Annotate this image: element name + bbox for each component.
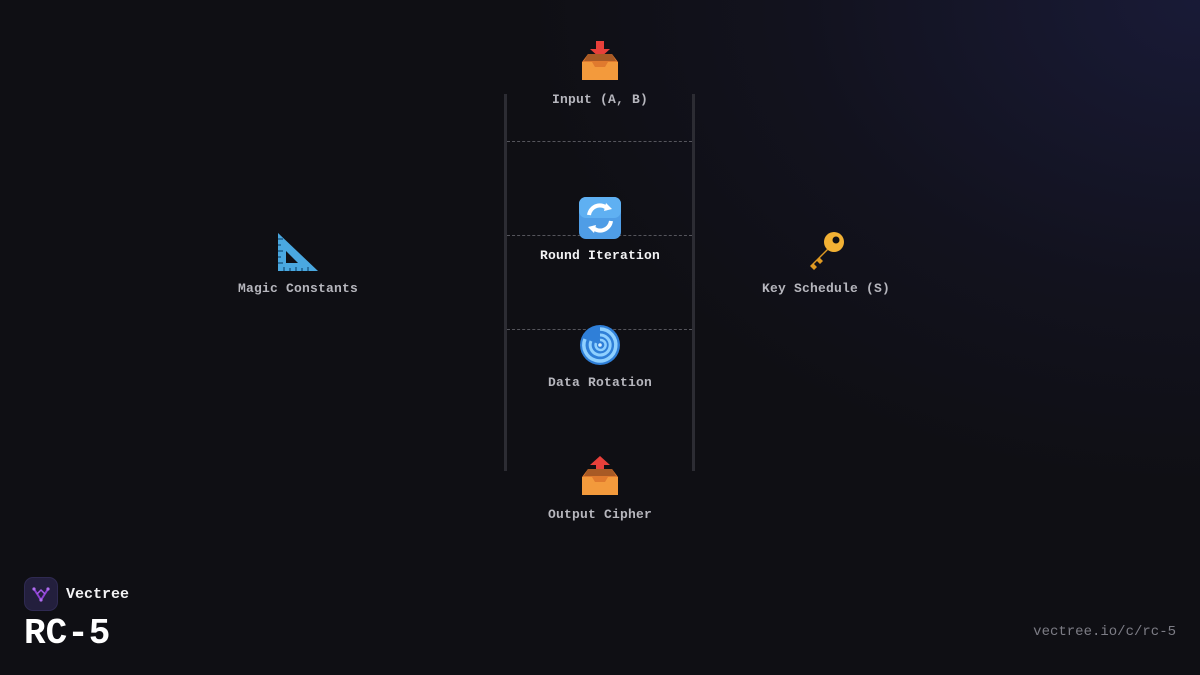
node-label: Key Schedule (S) [761,281,891,296]
brand-name: Vectree [66,585,130,603]
pipeline-rail-right [692,94,695,471]
outbox-icon [576,453,624,501]
node-round-iteration[interactable]: Round Iteration [480,194,720,263]
triangle-ruler-icon [274,227,322,275]
node-input[interactable]: Input (A, B) [480,38,720,107]
node-label: Data Rotation [547,375,653,390]
node-magic-constants[interactable]: Magic Constants [178,227,418,296]
node-label: Magic Constants [237,281,359,296]
inbox-in-icon [576,38,624,86]
stage-divider [507,141,692,142]
pipeline-rail-left [504,94,507,471]
page-url-link[interactable]: vectree.io/c/rc-5 [1033,624,1176,640]
vectree-logo-icon [24,577,58,611]
node-key-schedule[interactable]: Key Schedule (S) [706,227,946,296]
node-label: Round Iteration [539,248,661,263]
node-label: Input (A, B) [551,92,648,107]
key-icon [802,227,850,275]
brand[interactable]: Vectree [24,577,129,611]
page-title: RC-5 [24,613,111,654]
cycle-arrows-icon [576,194,624,242]
node-label: Output Cipher [547,507,653,522]
cyclone-icon [576,321,624,369]
node-output-cipher[interactable]: Output Cipher [480,453,720,522]
node-data-rotation[interactable]: Data Rotation [480,321,720,390]
